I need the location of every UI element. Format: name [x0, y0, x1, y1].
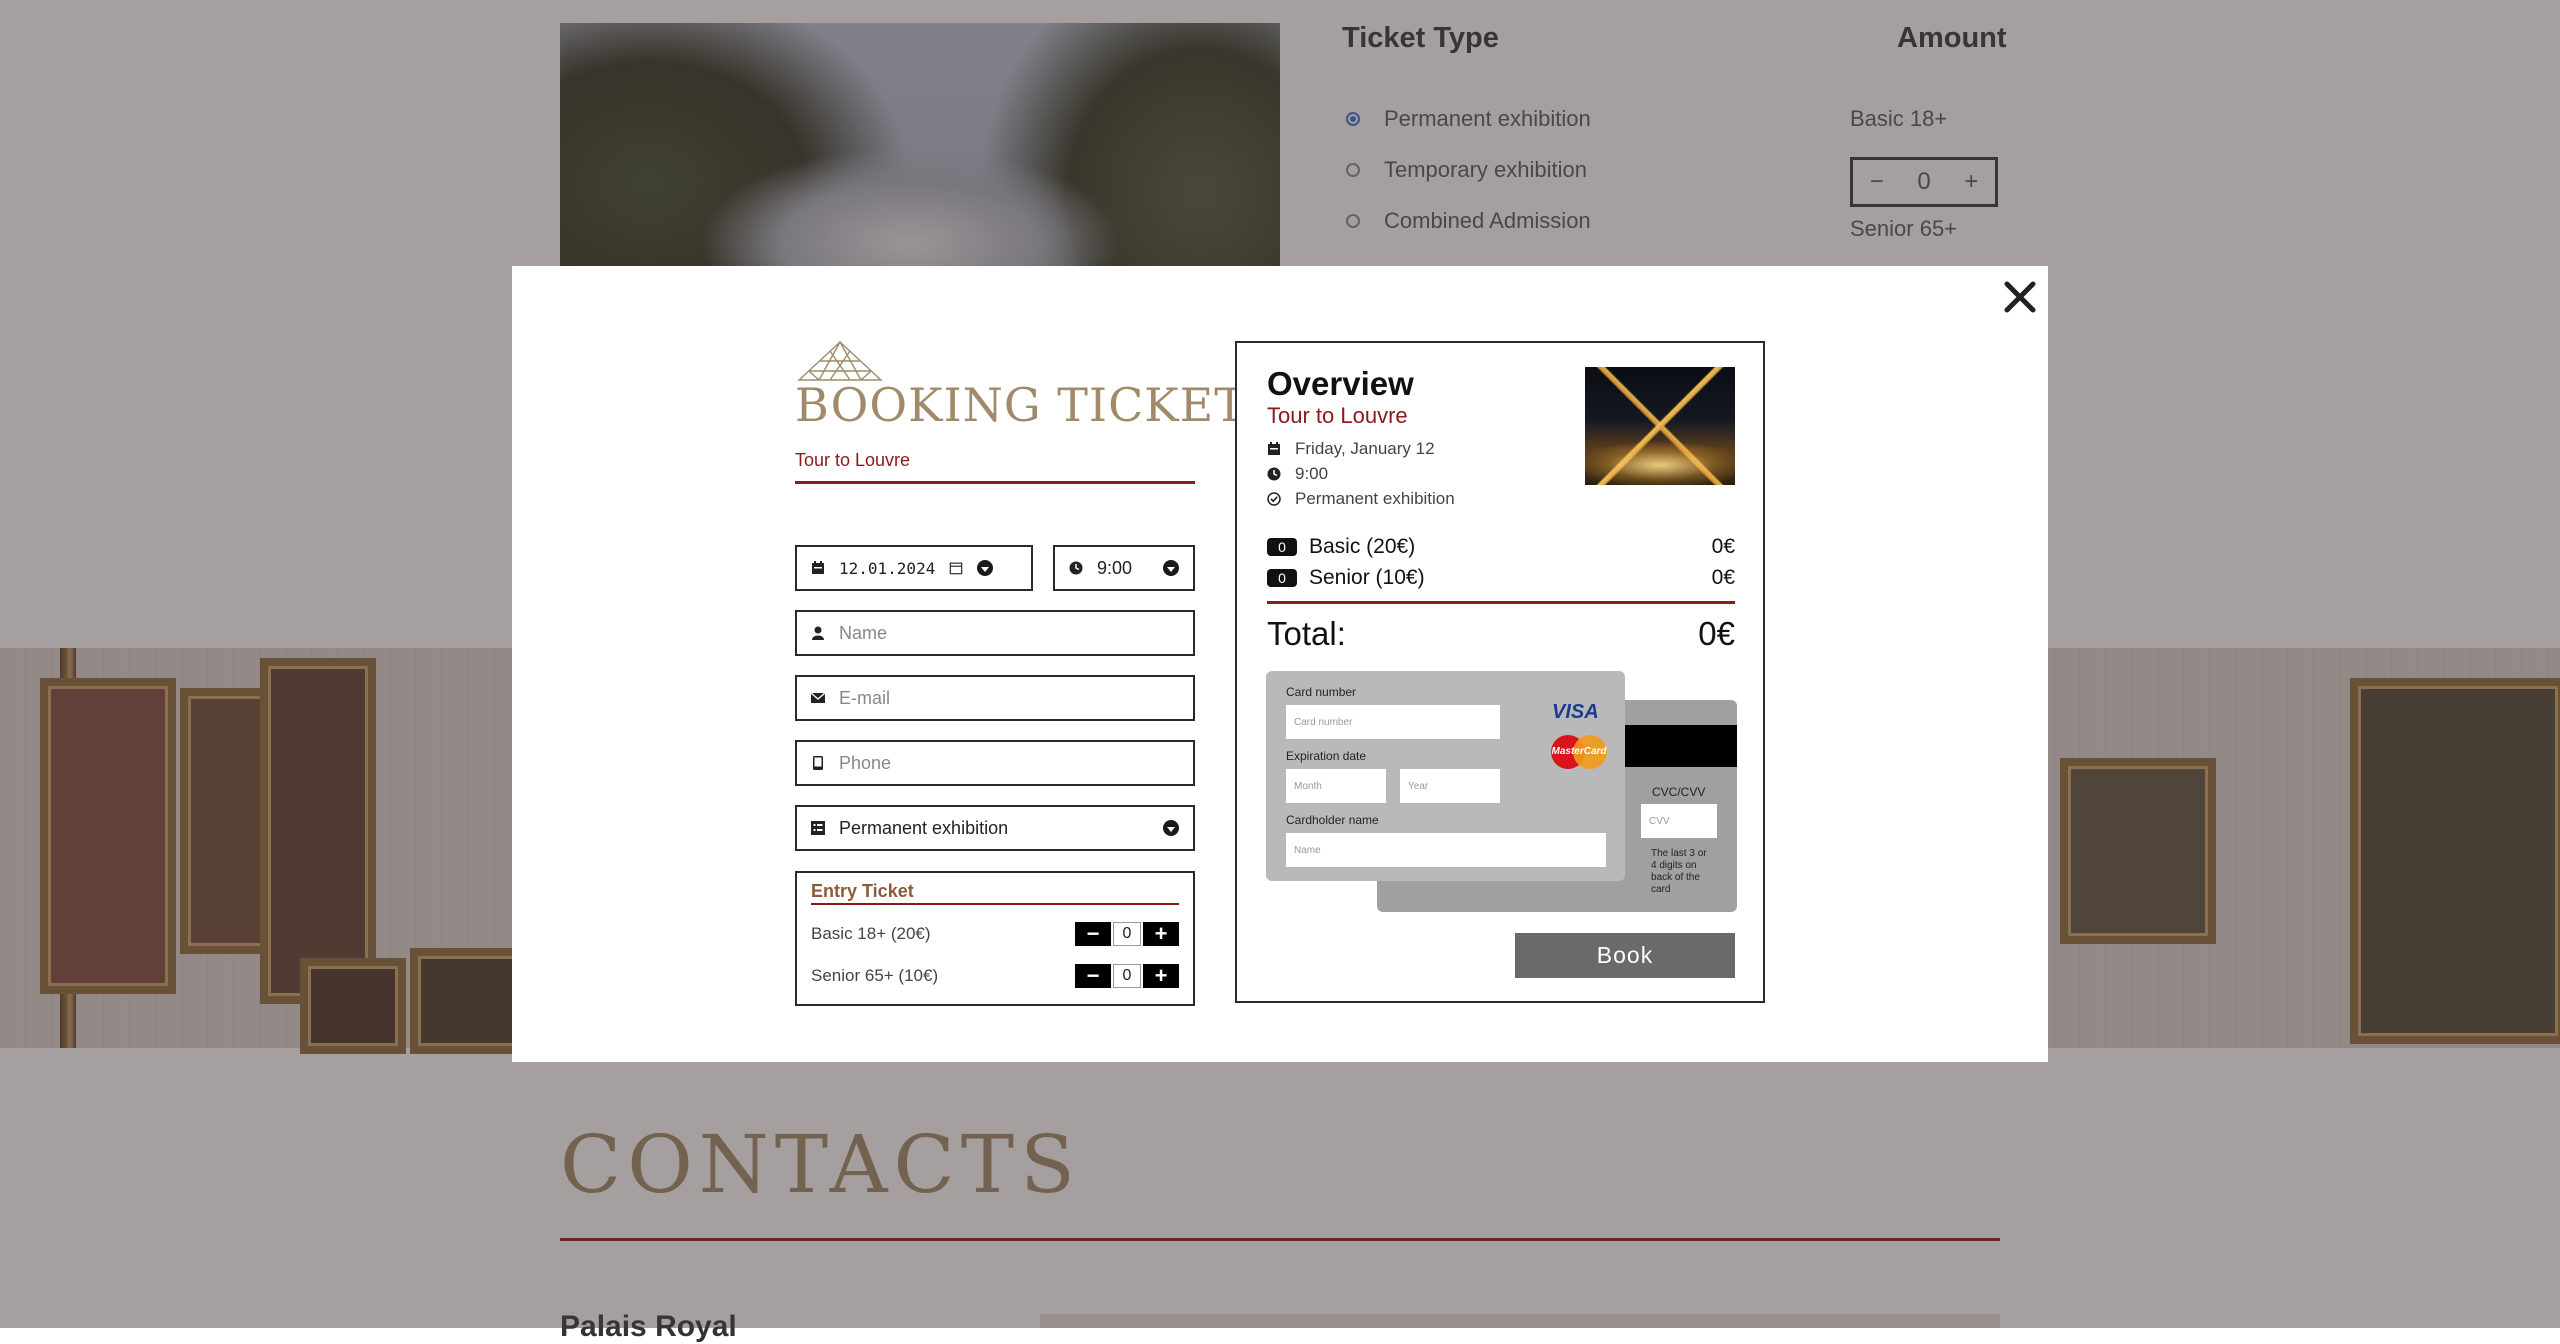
year-input[interactable]: Year: [1400, 769, 1500, 803]
overview-item-basic: 0 Basic (20€) 0€: [1267, 535, 1735, 559]
stepper-input[interactable]: 0: [1113, 964, 1141, 988]
plus-button[interactable]: +: [1143, 922, 1179, 946]
overview-title: Overview: [1267, 365, 1414, 402]
list-icon: [811, 821, 825, 835]
card-number-label: Card number: [1286, 685, 1357, 699]
chevron-down-icon[interactable]: [977, 560, 994, 576]
entry-divider: [811, 903, 1179, 905]
count-badge: 0: [1267, 538, 1297, 556]
entry-row-basic: Basic 18+ (20€) − 0 +: [811, 922, 1179, 946]
senior-stepper[interactable]: − 0 +: [1075, 964, 1179, 988]
entry-ticket-title: Entry Ticket: [811, 881, 914, 901]
total-value: 0€: [1698, 615, 1735, 652]
entry-row-senior: Senior 65+ (10€) − 0 +: [811, 964, 1179, 988]
phone-icon: [811, 756, 825, 770]
overview-time: 9:00: [1267, 464, 1328, 484]
overview-date-text: Friday, January 12: [1295, 439, 1435, 458]
time-field[interactable]: 9:00: [1053, 545, 1195, 591]
overview-panel: Overview Tour to Louvre Friday, January …: [1235, 341, 1765, 1003]
phone-placeholder[interactable]: Phone: [839, 753, 891, 774]
cvc-label: CVC/CVV: [1652, 785, 1706, 799]
email-placeholder[interactable]: E-mail: [839, 688, 890, 709]
total-label: Total:: [1267, 615, 1346, 652]
cardholder-input[interactable]: Name: [1286, 833, 1606, 867]
date-value[interactable]: 12.01.2024: [839, 559, 935, 578]
ticket-type-select[interactable]: Permanent exhibition: [795, 805, 1195, 851]
name-placeholder[interactable]: Name: [839, 623, 887, 644]
overview-type-text: Permanent exhibition: [1295, 489, 1455, 508]
phone-field[interactable]: Phone: [795, 740, 1195, 786]
booking-divider: [795, 481, 1195, 484]
item-price: 0€: [1711, 566, 1735, 589]
cardholder-label: Cardholder name: [1286, 813, 1379, 827]
close-icon[interactable]: [2003, 280, 2037, 314]
entry-ticket-box: Entry Ticket Basic 18+ (20€) − 0 + Senio…: [795, 871, 1195, 1006]
overview-subtitle: Tour to Louvre: [1267, 403, 1408, 428]
item-label: Basic (20€): [1309, 535, 1416, 558]
plus-button[interactable]: +: [1143, 964, 1179, 988]
booking-subtitle: Tour to Louvre: [795, 450, 911, 470]
item-price: 0€: [1711, 535, 1735, 558]
mastercard-logo: MasterCard: [1551, 735, 1607, 769]
clock-icon: [1267, 467, 1281, 481]
card-number-input[interactable]: Card number: [1286, 705, 1500, 739]
chevron-down-icon[interactable]: [1163, 560, 1179, 576]
overview-type: Permanent exhibition: [1267, 489, 1455, 509]
chevron-down-icon[interactable]: [1163, 820, 1179, 836]
date-field[interactable]: 12.01.2024: [795, 545, 1033, 591]
pyramid-logo-icon: [797, 341, 883, 381]
overview-item-senior: 0 Senior (10€) 0€: [1267, 566, 1735, 590]
close-button[interactable]: [1998, 275, 2042, 319]
entry-label: Senior 65+ (10€): [811, 966, 939, 985]
user-icon: [811, 626, 825, 640]
visa-logo: VISA: [1552, 701, 1599, 723]
entry-label: Basic 18+ (20€): [811, 924, 931, 943]
email-field[interactable]: E-mail: [795, 675, 1195, 721]
booking-title: BOOKING TICKETS: [795, 378, 1279, 432]
ticket-type-value[interactable]: Permanent exhibition: [839, 818, 1008, 839]
date-picker-icon[interactable]: [949, 561, 963, 575]
item-label: Senior (10€): [1309, 566, 1425, 589]
envelope-icon: [811, 691, 825, 705]
basic-stepper[interactable]: − 0 +: [1075, 922, 1179, 946]
month-input[interactable]: Month: [1286, 769, 1386, 803]
overview-date: Friday, January 12: [1267, 439, 1435, 459]
name-field[interactable]: Name: [795, 610, 1195, 656]
calendar-icon: [811, 561, 825, 575]
overview-time-text: 9:00: [1295, 464, 1329, 483]
count-badge: 0: [1267, 569, 1297, 587]
minus-button[interactable]: −: [1075, 922, 1111, 946]
time-value[interactable]: 9:00: [1097, 558, 1132, 579]
cvc-note: The last 3 or 4 digits on back of the ca…: [1651, 848, 1707, 895]
overview-divider: [1267, 601, 1735, 604]
expiration-label: Expiration date: [1286, 749, 1367, 763]
card-front: Card number Card number Expiration date …: [1266, 671, 1625, 881]
check-circle-icon: [1267, 492, 1281, 506]
stepper-input[interactable]: 0: [1113, 922, 1141, 946]
book-button[interactable]: Book: [1515, 933, 1735, 978]
louvre-photo: [1585, 367, 1735, 485]
calendar-icon: [1268, 442, 1280, 455]
overview-total: Total: 0€: [1267, 615, 1735, 653]
clock-icon: [1069, 561, 1083, 575]
minus-button[interactable]: −: [1075, 964, 1111, 988]
cvc-input[interactable]: CVV: [1641, 804, 1717, 838]
